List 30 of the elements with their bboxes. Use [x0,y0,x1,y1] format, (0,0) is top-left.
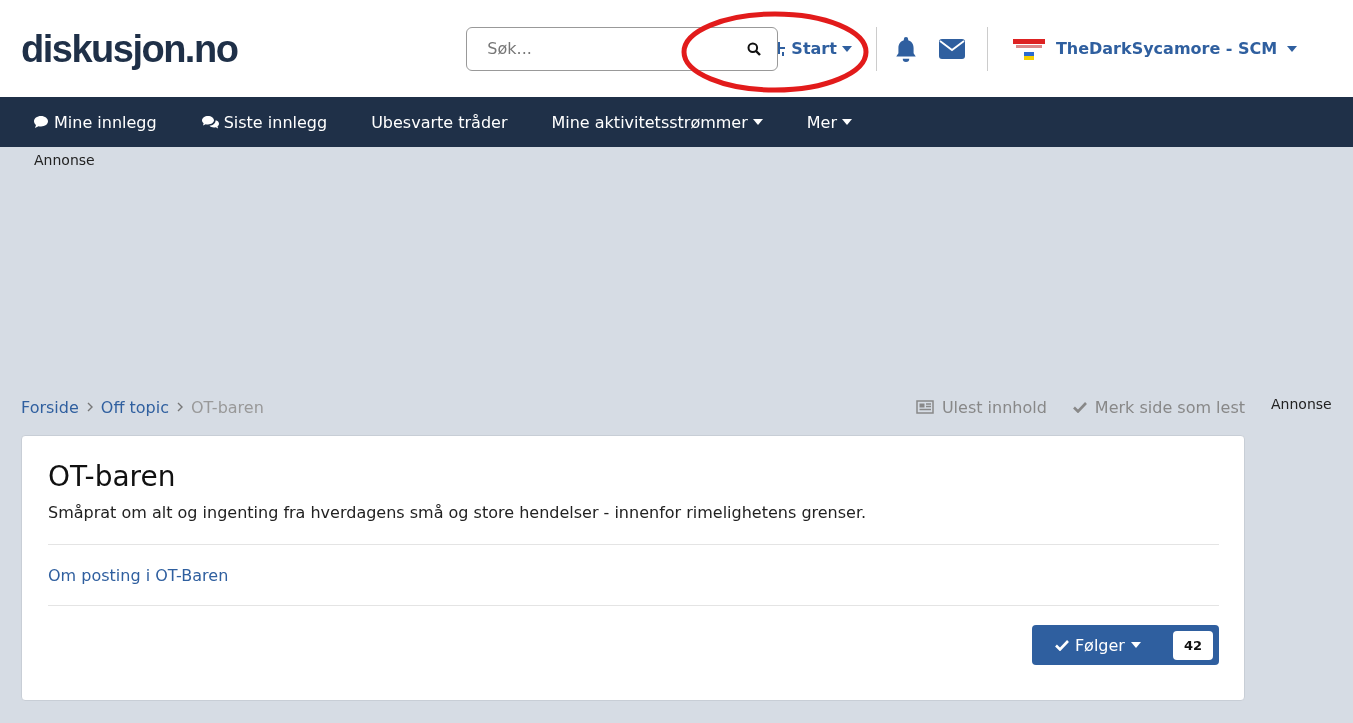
forum-description: Småprat om alt og ingenting fra hverdagens små og store hendelser - innenfor rimelighetens grenser. [48,503,1219,545]
breadcrumb-current: OT-baren [190,397,264,417]
chevron-right-icon [176,402,183,412]
chevron-right-icon [86,402,93,412]
nav-item[interactable]: Mine aktivitetsstrømmer [551,112,763,132]
nav-item[interactable]: Mer [806,112,853,132]
start-menu[interactable]: Start [778,39,858,58]
user-menu[interactable]: TheDarkSycamore - SCM [1011,36,1298,61]
speech-bubble-icon [33,115,49,129]
newspaper-icon [915,400,934,414]
follower-count: 42 [1172,630,1213,660]
nav-item[interactable]: Siste innlegg [200,112,328,132]
checkmark-icon [1072,401,1087,413]
forum-title: OT-baren [48,460,177,493]
speech-bubbles-icon [200,115,219,129]
forum-info-link[interactable]: Om posting i OT-Baren [48,545,1219,606]
nav-item[interactable]: Mine innlegg [33,112,157,132]
envelope-icon[interactable] [938,38,965,59]
site-logo[interactable]: diskusjon.no [21,24,242,73]
breadcrumb-link[interactable]: Forside [21,397,79,417]
checkmark-icon [1054,639,1069,651]
search-icon[interactable] [747,41,762,56]
breadcrumb-link[interactable]: Off topic [100,397,169,417]
avatar-icon [1011,36,1046,61]
follow-button[interactable]: Følger 42 [1031,625,1219,665]
search-field[interactable]: Søk... [466,26,779,71]
nav-item[interactable]: Ubesvarte tråder [371,112,508,132]
notification-bell-icon[interactable] [894,35,917,62]
ad-label: Annonse [34,152,95,168]
ad-label: Annonse [1271,396,1332,412]
